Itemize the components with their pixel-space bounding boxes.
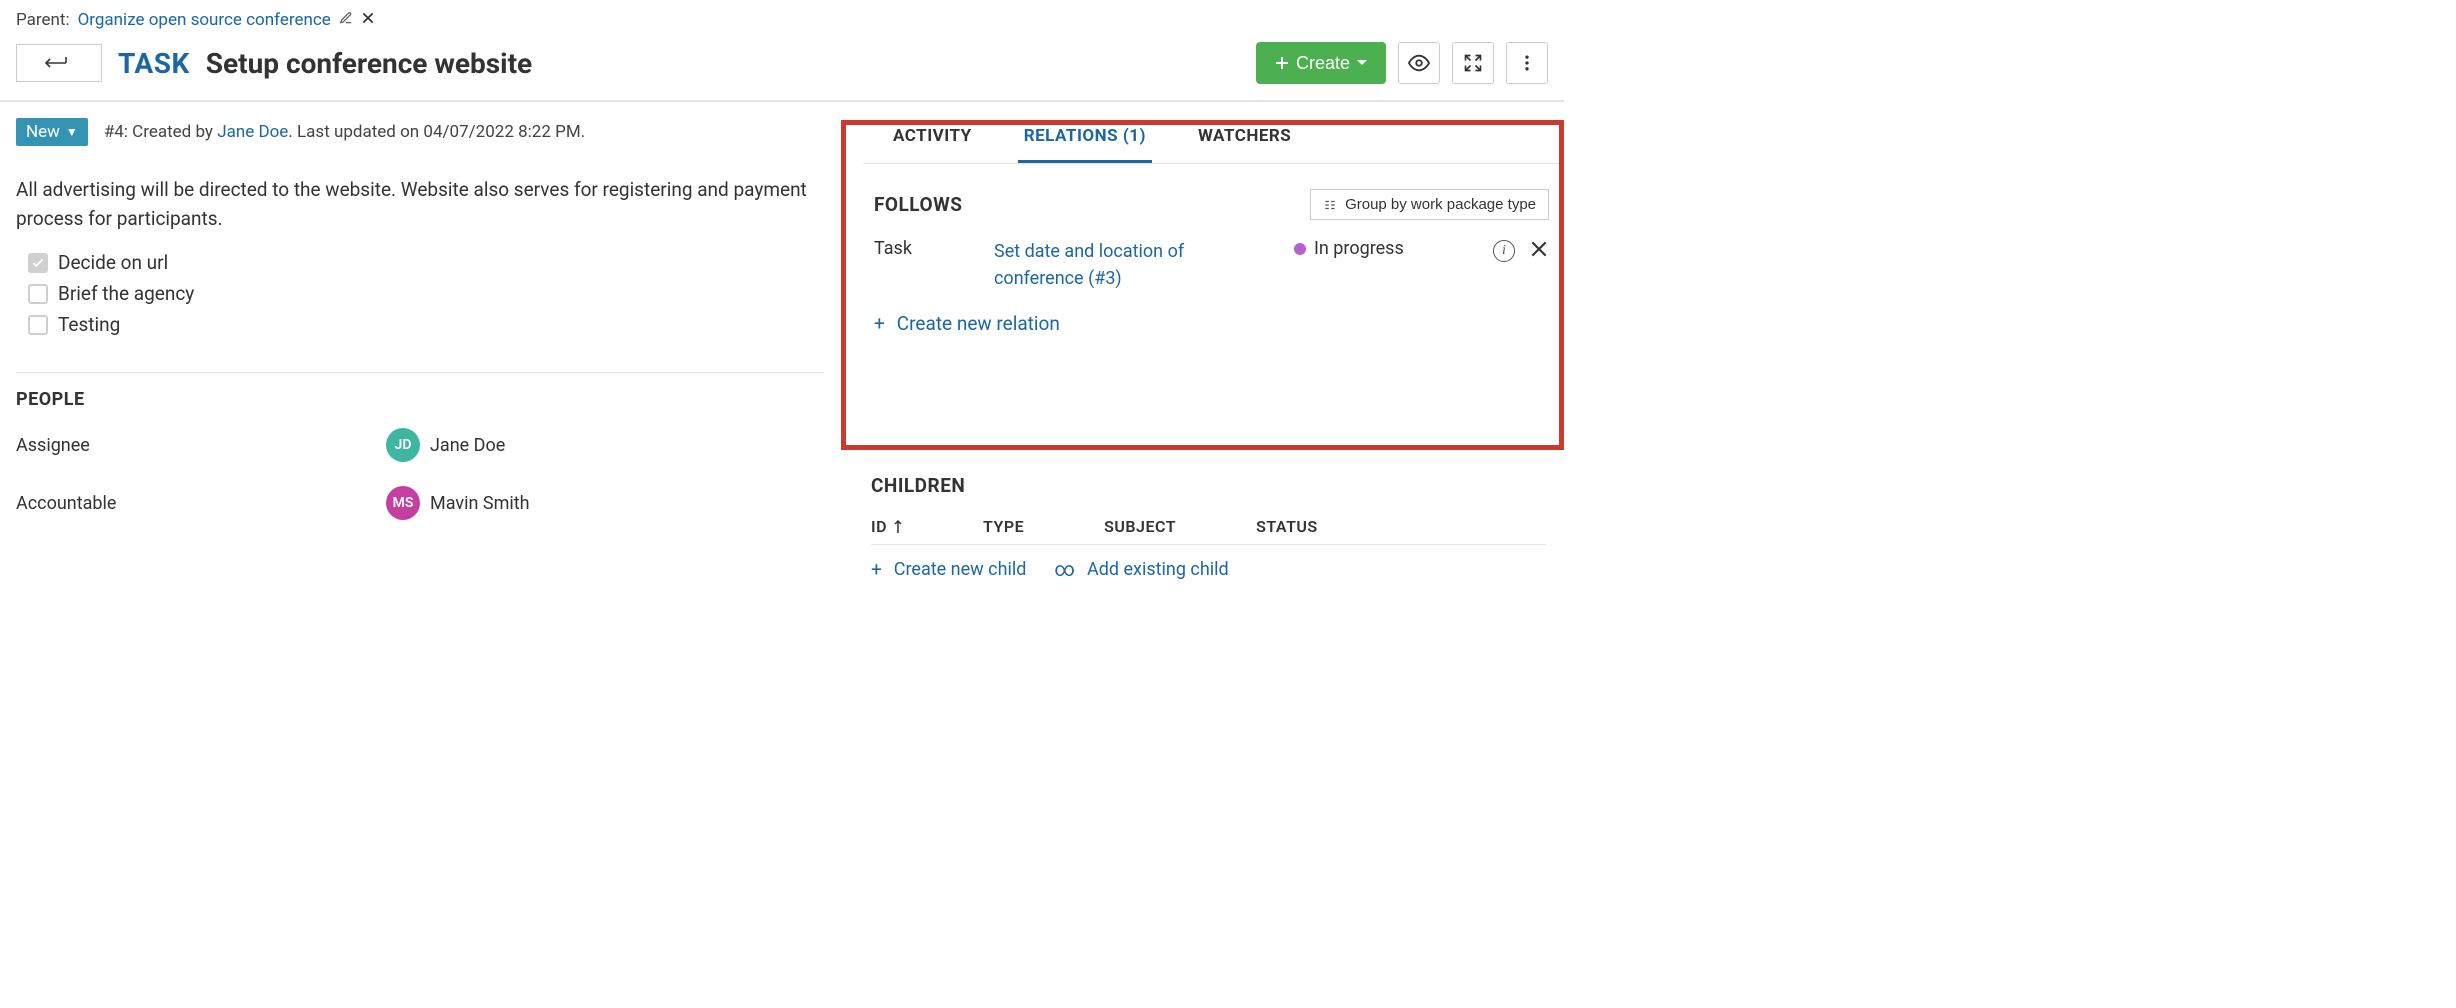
relation-status-text: In progress (1314, 238, 1404, 259)
group-by-button[interactable]: Group by work package type (1310, 189, 1549, 220)
watch-button[interactable] (1398, 42, 1440, 84)
edit-parent-icon[interactable] (339, 10, 353, 30)
chevron-down-icon: ▼ (66, 125, 78, 139)
follows-section-title: FOLLOWS (874, 193, 962, 216)
checkbox-icon[interactable] (28, 315, 48, 335)
checkbox-icon[interactable] (28, 284, 48, 304)
checklist-item[interactable]: Decide on url (28, 251, 824, 274)
status-dot-icon (1294, 243, 1306, 255)
accountable-avatar: MS (386, 486, 420, 520)
eye-icon (1408, 52, 1430, 74)
group-by-button-label: Group by work package type (1345, 196, 1536, 213)
add-existing-child-link[interactable]: ∞ Add existing child (1054, 557, 1228, 581)
create-new-child-label: Create new child (894, 559, 1027, 580)
parent-label: Parent: (16, 10, 70, 30)
back-button[interactable] (16, 44, 102, 82)
assignee-value[interactable]: JD Jane Doe (386, 428, 505, 462)
checklist: Decide on url Brief the agency Testing (28, 251, 824, 336)
tab-relations[interactable]: RELATIONS (1) (1018, 108, 1152, 163)
create-button-label: Create (1296, 53, 1350, 74)
children-section-title: CHILDREN (871, 474, 1546, 497)
work-package-type[interactable]: TASK (118, 47, 190, 80)
people-section-title: PEOPLE (16, 389, 824, 410)
checklist-item[interactable]: Testing (28, 313, 824, 336)
tab-watchers[interactable]: WATCHERS (1192, 108, 1297, 163)
back-arrow-icon (44, 54, 74, 72)
assignee-label: Assignee (16, 435, 386, 456)
relation-type: Task (874, 238, 974, 259)
relation-link[interactable]: Set date and location of conference (#3) (994, 241, 1184, 289)
kebab-icon (1517, 53, 1537, 73)
checklist-item-label: Decide on url (58, 251, 168, 274)
accountable-name: Mavin Smith (430, 493, 530, 514)
plus-icon (1274, 55, 1290, 71)
group-icon (1323, 198, 1337, 212)
create-new-child-link[interactable]: + Create new child (871, 558, 1026, 581)
more-menu-button[interactable] (1506, 42, 1548, 84)
chevron-down-icon (1356, 59, 1368, 67)
expand-icon (1463, 53, 1483, 73)
checklist-item[interactable]: Brief the agency (28, 282, 824, 305)
tab-activity[interactable]: ACTIVITY (887, 108, 978, 163)
meta-text: #4: Created by Jane Doe. Last updated on… (104, 122, 585, 142)
checklist-item-label: Testing (58, 313, 120, 336)
remove-relation-icon[interactable] (1529, 238, 1549, 264)
plus-icon: + (874, 312, 885, 335)
plus-icon: + (871, 558, 882, 581)
relation-row: Task Set date and location of conference… (874, 238, 1549, 292)
status-label: New (26, 122, 60, 142)
author-link[interactable]: Jane Doe (217, 122, 288, 142)
remove-parent-icon[interactable] (361, 10, 375, 30)
parent-link[interactable]: Organize open source conference (78, 10, 331, 30)
parent-breadcrumb: Parent: Organize open source conference (0, 0, 1564, 38)
link-icon: ∞ (1054, 557, 1075, 581)
work-package-title[interactable]: Setup conference website (206, 47, 532, 80)
create-new-relation-link[interactable]: + Create new relation (874, 312, 1060, 335)
children-col-subject[interactable]: SUBJECT (1104, 517, 1176, 536)
description-text[interactable]: All advertising will be directed to the … (16, 176, 824, 233)
add-existing-child-label: Add existing child (1087, 559, 1229, 580)
children-col-type[interactable]: TYPE (983, 517, 1024, 536)
accountable-value[interactable]: MS Mavin Smith (386, 486, 530, 520)
checkbox-icon[interactable] (28, 253, 48, 273)
sort-asc-icon (893, 520, 903, 534)
create-button[interactable]: Create (1256, 42, 1386, 84)
children-col-id[interactable]: ID (871, 517, 903, 536)
children-col-status[interactable]: STATUS (1256, 517, 1318, 536)
status-dropdown[interactable]: New ▼ (16, 118, 88, 146)
fullscreen-button[interactable] (1452, 42, 1494, 84)
relations-highlight-box: FOLLOWS Group by work package type Task … (841, 120, 1564, 450)
assignee-name: Jane Doe (430, 435, 505, 456)
accountable-label: Accountable (16, 493, 386, 514)
info-icon[interactable]: i (1493, 240, 1515, 262)
create-new-relation-label: Create new relation (897, 312, 1060, 335)
checklist-item-label: Brief the agency (58, 282, 194, 305)
assignee-avatar: JD (386, 428, 420, 462)
